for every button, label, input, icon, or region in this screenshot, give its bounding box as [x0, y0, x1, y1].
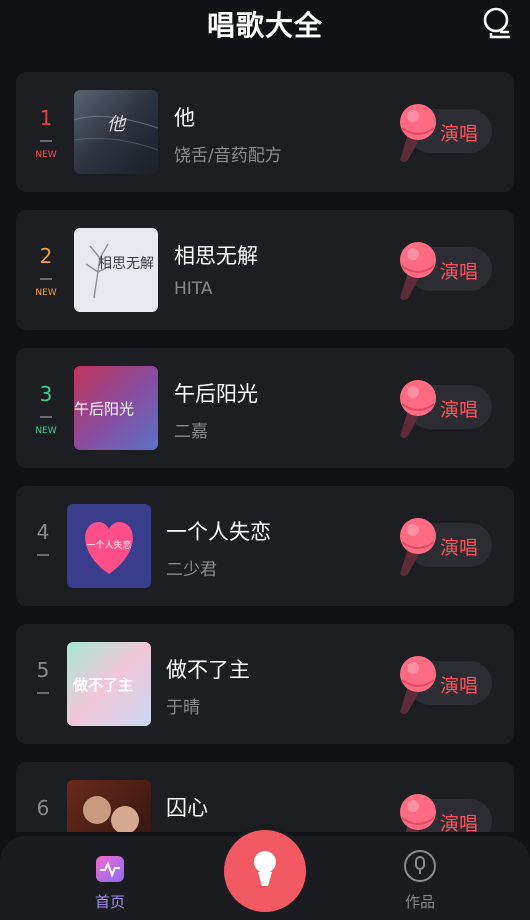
microphone-icon [400, 380, 436, 438]
cover-title: 相思无解 [98, 256, 154, 272]
rank-number: 6 [36, 796, 50, 820]
album-cover: 他 [74, 90, 158, 174]
song-artist: HITA [174, 279, 213, 299]
song-title: 午后阳光 [174, 382, 258, 406]
user-icon[interactable] [482, 6, 514, 40]
new-badge: NEW [35, 288, 57, 298]
song-title: 他 [174, 106, 195, 130]
trend-flat-icon [40, 278, 52, 280]
cover-title: 他 [107, 114, 127, 135]
tab-works[interactable]: 作品 [380, 849, 460, 912]
sing-label: 演唱 [439, 675, 478, 697]
album-cover: 午后阳光 [74, 366, 158, 450]
sing-label: 演唱 [439, 399, 478, 421]
microphone-icon [400, 104, 436, 162]
song-artist: 二少君 [166, 560, 217, 580]
page-title: 唱歌大全 [206, 9, 323, 42]
record-button[interactable] [224, 830, 306, 912]
rank-number: 5 [36, 658, 50, 682]
song-card[interactable]: 6 囚心 演唱 [16, 762, 514, 832]
song-card[interactable]: 5 做不了主 做不了主 于晴 演唱 [16, 624, 514, 744]
trend-flat-icon [37, 692, 49, 694]
song-title: 囚心 [166, 796, 208, 820]
activity-icon [96, 856, 124, 882]
tab-home-label: 首页 [94, 893, 125, 911]
song-card[interactable]: 4 一个人失恋 一个人失恋 二少君 演唱 [16, 486, 514, 606]
header: 唱歌大全 [0, 0, 530, 48]
microphone-icon [400, 656, 436, 714]
new-badge: NEW [35, 426, 57, 436]
album-cover [67, 780, 151, 832]
rank-number: 1 [39, 106, 53, 130]
song-title: 相思无解 [174, 244, 258, 268]
sing-label: 演唱 [439, 537, 478, 559]
trend-flat-icon [37, 554, 49, 556]
song-artist: 于晴 [166, 698, 200, 718]
tab-works-label: 作品 [404, 893, 435, 911]
tab-home[interactable]: 首页 [70, 855, 150, 912]
cover-title: 做不了主 [72, 676, 133, 694]
microphone-icon [400, 242, 436, 300]
rank-number: 4 [36, 520, 50, 544]
microphone-icon [400, 518, 436, 576]
song-card[interactable]: 1 NEW 他 他 饶舌/音药配方 演唱 [16, 72, 514, 192]
song-artist: 二嘉 [174, 422, 208, 442]
new-badge: NEW [35, 150, 57, 160]
song-title: 一个人失恋 [166, 520, 271, 544]
cover-title: 一个人失恋 [86, 539, 131, 551]
works-icon [404, 850, 436, 882]
rank-number: 2 [39, 244, 53, 268]
song-artist: 饶舌/音药配方 [174, 146, 282, 166]
sing-label: 演唱 [439, 261, 478, 283]
rank-number: 3 [39, 382, 53, 406]
trend-flat-icon [40, 140, 52, 142]
cover-title: 午后阳光 [74, 400, 134, 418]
album-cover: 一个人失恋 [67, 504, 151, 588]
microphone-icon [400, 794, 436, 832]
song-card[interactable]: 2 NEW 相思无解 相思无解 HITA 演唱 [16, 210, 514, 330]
song-card[interactable]: 3 NEW 午后阳光 午后阳光 二嘉 演唱 [16, 348, 514, 468]
song-list: 1 NEW 他 他 饶舌/音药配方 演唱 2 NEW 相思无解 相思无解 HIT… [16, 72, 514, 832]
sing-label: 演唱 [439, 813, 478, 832]
album-cover: 做不了主 [67, 642, 151, 726]
song-title: 做不了主 [166, 658, 250, 682]
microphone-icon [254, 851, 276, 886]
album-cover: 相思无解 [74, 228, 158, 312]
sing-label: 演唱 [439, 123, 478, 145]
trend-flat-icon [40, 416, 52, 418]
